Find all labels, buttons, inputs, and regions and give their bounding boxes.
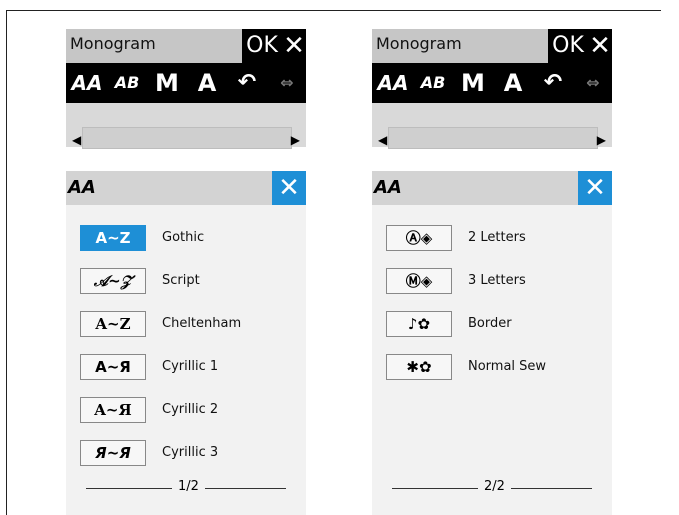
rotate-tool-button[interactable]: ↶ xyxy=(228,63,266,103)
page-indicator: 1/2 xyxy=(86,479,286,509)
spacing-tool-button[interactable]: ⇔ xyxy=(574,63,612,103)
layout-icon: AB xyxy=(420,73,446,92)
three-letters-button[interactable]: Ⓜ◈ xyxy=(386,268,452,294)
spacing-icon: ⇔ xyxy=(280,73,294,92)
submenu-close-button[interactable]: ✕ xyxy=(272,171,306,205)
scroll-left-icon[interactable]: ◀ xyxy=(72,133,81,147)
font-submenu-header: AA ✕ xyxy=(66,171,306,205)
rotate-tool-button[interactable]: ↶ xyxy=(534,63,572,103)
cyrillic-1-font-button[interactable]: A~Я xyxy=(80,354,146,380)
cyrillic-3-font-button[interactable]: Я~Я xyxy=(80,440,146,466)
layout-icon: AB xyxy=(114,73,140,92)
font-submenu-header: AA ✕ xyxy=(372,171,612,205)
left-rule xyxy=(6,10,7,515)
font-icon: AA xyxy=(374,177,402,198)
font-icon: AA xyxy=(377,71,409,95)
item-label: 3 Letters xyxy=(468,273,526,288)
ok-button[interactable]: OK xyxy=(242,29,282,63)
spacing-tool-button[interactable]: ⇔ xyxy=(268,63,306,103)
window-title: Monogram xyxy=(376,34,462,53)
title-bar: Monogram OK ✕ xyxy=(66,29,306,63)
toolbar: AA AB M A ↶ ⇔ xyxy=(372,63,612,103)
case-tool-button[interactable]: A xyxy=(188,63,226,103)
title-bar: Monogram OK ✕ xyxy=(372,29,612,63)
page-number: 2/2 xyxy=(478,479,511,494)
gothic-font-button[interactable]: A~Z xyxy=(80,225,146,251)
layout-tool-button[interactable]: AB xyxy=(108,63,146,103)
item-label: Cyrillic 3 xyxy=(162,445,219,460)
page-number: 1/2 xyxy=(172,479,205,494)
ok-button[interactable]: OK xyxy=(548,29,588,63)
toolbar: AA AB M A ↶ ⇔ xyxy=(66,63,306,103)
submenu-close-button[interactable]: ✕ xyxy=(578,171,612,205)
spacing-icon: ⇔ xyxy=(586,73,600,92)
script-font-button[interactable]: 𝒜~𝒵 xyxy=(80,268,146,294)
size-tool-button[interactable]: M xyxy=(148,63,186,103)
layout-tool-button[interactable]: AB xyxy=(414,63,452,103)
item-label: Cyrillic 1 xyxy=(162,359,219,374)
scroll-left-icon[interactable]: ◀ xyxy=(378,133,387,147)
close-button[interactable]: ✕ xyxy=(588,29,612,63)
close-button[interactable]: ✕ xyxy=(282,29,306,63)
size-tool-button[interactable]: M xyxy=(454,63,492,103)
window-title: Monogram xyxy=(70,34,156,53)
item-label: Border xyxy=(468,316,512,331)
font-tool-button[interactable]: AA xyxy=(68,63,106,103)
cyrillic-2-font-button[interactable]: A~Я xyxy=(80,397,146,423)
size-icon: M xyxy=(155,69,179,97)
font-icon: AA xyxy=(71,71,103,95)
item-label: Script xyxy=(162,273,200,288)
normal-sew-button[interactable]: ✱✿ xyxy=(386,354,452,380)
page-indicator: 2/2 xyxy=(392,479,592,509)
font-list: A~Z Gothic 𝒜~𝒵 Script A~Z Cheltenham A~Я… xyxy=(66,205,306,515)
cheltenham-font-button[interactable]: A~Z xyxy=(80,311,146,337)
rotate-icon: ↶ xyxy=(237,70,257,95)
border-button[interactable]: ♪✿ xyxy=(386,311,452,337)
size-icon: M xyxy=(461,69,485,97)
item-label: Cyrillic 2 xyxy=(162,402,219,417)
case-icon: A xyxy=(503,69,523,97)
style-list: Ⓐ◈ 2 Letters Ⓜ◈ 3 Letters ♪✿ Border ✱✿ N… xyxy=(372,205,612,515)
scroll-right-icon[interactable]: ▶ xyxy=(597,133,606,147)
item-label: 2 Letters xyxy=(468,230,526,245)
case-icon: A xyxy=(197,69,217,97)
scroll-track[interactable] xyxy=(388,127,598,149)
font-tool-button[interactable]: AA xyxy=(374,63,412,103)
monogram-panel-page-1: Monogram OK ✕ AA AB M A ↶ ⇔ ◀ ▶ AA ✕ A~Z xyxy=(66,29,306,515)
item-label: Gothic xyxy=(162,230,205,245)
item-label: Normal Sew xyxy=(468,359,547,374)
rotate-icon: ↶ xyxy=(543,70,563,95)
scroll-row: ◀ ▶ xyxy=(66,103,306,149)
font-icon: AA xyxy=(68,177,96,198)
top-rule xyxy=(6,10,661,11)
scroll-right-icon[interactable]: ▶ xyxy=(291,133,300,147)
case-tool-button[interactable]: A xyxy=(494,63,532,103)
scroll-row: ◀ ▶ xyxy=(372,103,612,149)
monogram-panel-page-2: Monogram OK ✕ AA AB M A ↶ ⇔ ◀ ▶ AA ✕ Ⓐ◈ xyxy=(372,29,612,515)
two-letters-button[interactable]: Ⓐ◈ xyxy=(386,225,452,251)
item-label: Cheltenham xyxy=(162,316,242,331)
scroll-track[interactable] xyxy=(82,127,292,149)
